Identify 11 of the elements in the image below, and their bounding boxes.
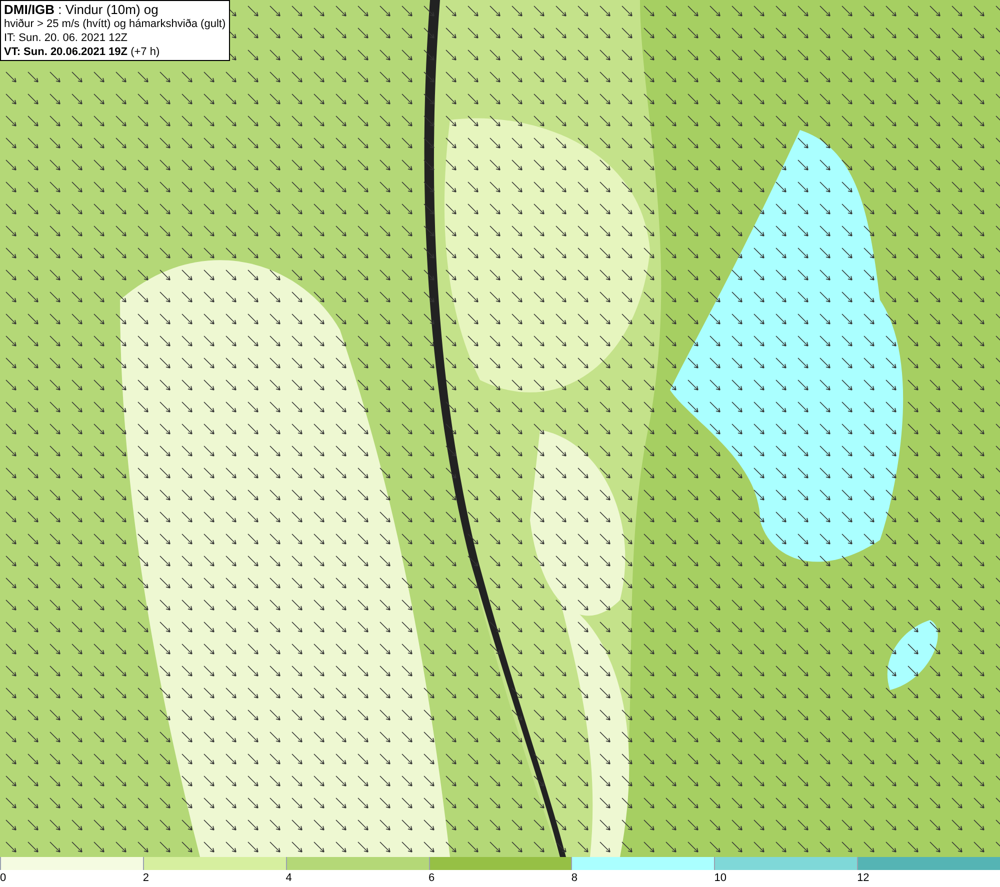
scale-label: 2 xyxy=(142,871,149,886)
map-caption: IT: Sun. 20. 06. 2021 12Z xyxy=(4,31,129,45)
scale-label: 10 xyxy=(714,871,726,886)
scale-label: 12 xyxy=(857,871,870,886)
map-caption: hviður > 25 m/s (hvítt) og hámarkshviða (gult) xyxy=(4,17,226,31)
scale-label: 8 xyxy=(571,871,578,886)
map-caption: VT: Sun. 20.06.2021 19Z (+7 h) xyxy=(4,45,161,59)
map-title: DMI/IGB : Vindur (10m) og xyxy=(4,2,160,17)
scale-label: 6 xyxy=(428,871,435,886)
scale-label: 4 xyxy=(286,871,292,886)
scale-label: 0 xyxy=(0,871,6,886)
